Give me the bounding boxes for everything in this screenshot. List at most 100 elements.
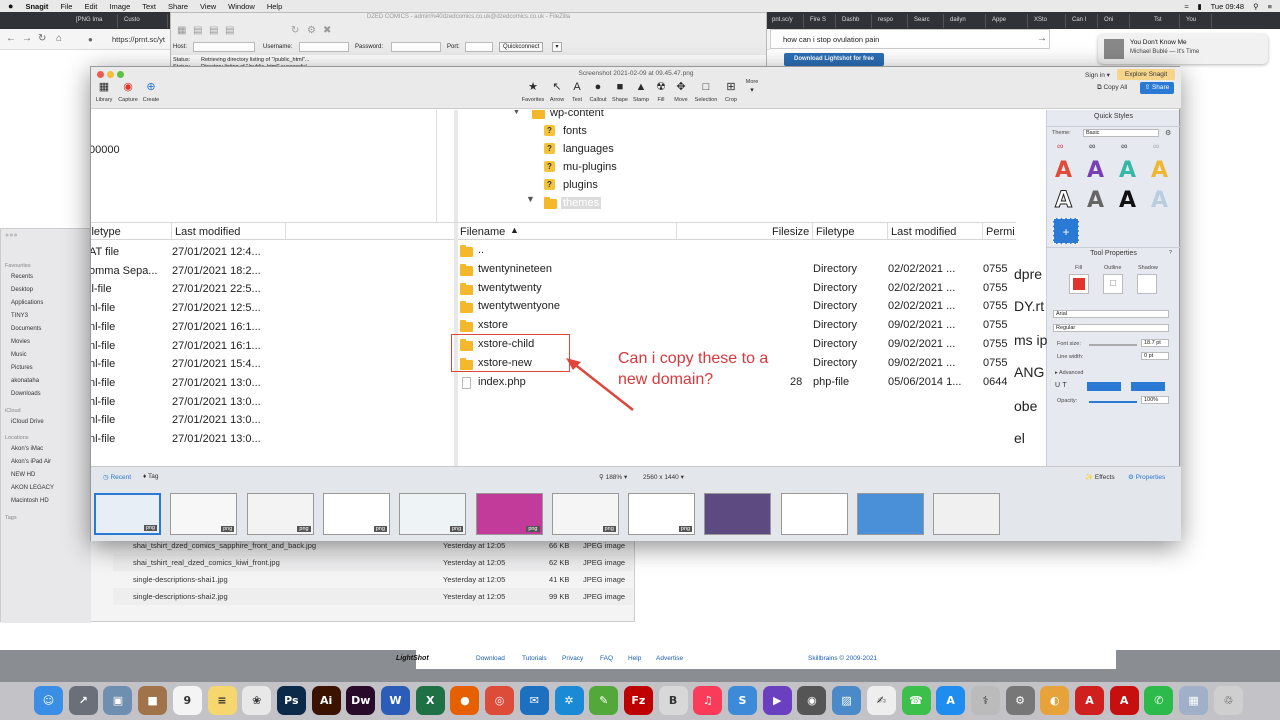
dock-image-capture-icon[interactable]: ▨ <box>832 686 862 715</box>
toggle-log-icon[interactable]: ▤ <box>193 25 202 36</box>
shadow-grid-icon[interactable] <box>1137 274 1157 294</box>
style-preset-teal[interactable]: A <box>1119 158 1136 183</box>
column-header-filename[interactable]: Filename <box>460 226 505 238</box>
dock-notes-box-icon[interactable]: ■ <box>138 686 168 715</box>
dock-launchpad-icon[interactable]: ↗ <box>68 686 98 715</box>
browser-tab[interactable]: [PNG Ima <box>72 14 118 28</box>
dock-preview-icon[interactable]: ▣ <box>103 686 133 715</box>
sidebar-item-icloud-drive[interactable]: iCloud Drive <box>11 419 44 425</box>
column-header-permissions[interactable]: Permi <box>986 226 1015 238</box>
sidebar-item-tiny3[interactable]: TINY3 <box>11 313 28 319</box>
remote-file-row[interactable]: twentynineteen Directory 02/02/2021 ... 075… <box>458 262 1016 280</box>
tree-item-selected[interactable]: themes <box>561 197 602 209</box>
column-header[interactable]: Last modified <box>175 226 240 238</box>
wifi-icon[interactable]: ≈ <box>1184 2 1188 11</box>
username-input[interactable] <box>299 42 349 52</box>
browser-tab[interactable]: Fire S <box>806 14 836 28</box>
tree-item[interactable]: plugins <box>563 179 598 191</box>
footer-link[interactable]: Tutorials <box>522 655 547 662</box>
dock-filezilla-icon[interactable]: Fz <box>623 686 653 715</box>
sidebar-item-downloads[interactable]: Downloads <box>11 391 41 397</box>
go-arrow-icon[interactable]: → <box>1037 33 1047 44</box>
sidebar-item-home[interactable]: akonataha <box>11 378 39 384</box>
outline-swatch[interactable]: □ <box>1103 274 1123 294</box>
capture-thumbnail[interactable] <box>704 493 772 535</box>
dock-reel-icon[interactable]: ◉ <box>797 686 827 715</box>
sidebar-item-location[interactable]: Macintosh HD <box>11 498 49 504</box>
capture-thumbnail[interactable]: png <box>399 493 467 535</box>
style-preset-yellow[interactable]: A <box>1151 158 1168 183</box>
font-size-slider[interactable] <box>1089 344 1137 346</box>
dock-sublime-icon[interactable]: S <box>728 686 757 715</box>
style-preset[interactable]: ∞ <box>1153 141 1159 151</box>
app-menu[interactable]: Snagit <box>19 2 54 11</box>
style-preset-purple[interactable]: A <box>1087 158 1104 183</box>
window-controls-icon[interactable]: ●●● <box>5 232 18 239</box>
gear-icon[interactable]: ⚙ <box>1165 129 1171 137</box>
refresh-icon[interactable]: ↻ <box>291 25 299 36</box>
back-icon[interactable]: ← <box>6 33 16 44</box>
tree-item[interactable]: languages <box>563 143 614 155</box>
download-lightshot-button[interactable]: Download Lightshot for free <box>784 53 884 66</box>
remote-file-row[interactable]: twentytwenty Directory 02/02/2021 ... 0755 <box>458 281 1016 299</box>
dock-finder-icon[interactable]: ☺ <box>34 686 63 715</box>
dock-notes-icon[interactable]: ≡ <box>207 686 237 715</box>
properties-button[interactable]: ⚙ Properties <box>1128 473 1165 481</box>
column-header-filetype[interactable]: Filetype <box>816 226 855 238</box>
add-style-icon[interactable]: + <box>1053 218 1079 244</box>
dock-photos-icon[interactable]: ❀ <box>242 686 272 715</box>
control-center-icon[interactable]: ≡ <box>1268 2 1272 11</box>
recent-tab[interactable]: ◷ Recent <box>103 473 131 481</box>
annotation-rectangle[interactable] <box>451 334 570 372</box>
zoom-menu[interactable]: ⚲ 188% ▾ <box>599 473 627 481</box>
dock-firefox-icon[interactable]: ● <box>450 686 480 715</box>
toggle-tree-icon[interactable]: ▤ <box>209 25 218 36</box>
dock-bbedit-icon[interactable]: B <box>658 686 688 715</box>
search-icon[interactable]: ⚲ <box>1253 2 1259 11</box>
style-preset[interactable]: ∞ <box>1057 141 1063 151</box>
sidebar-item-documents[interactable]: Documents <box>11 326 41 332</box>
capture-thumbnail[interactable]: png <box>475 493 543 535</box>
footer-link[interactable]: Privacy <box>562 655 583 662</box>
font-size-field[interactable]: 18.7 pt <box>1141 339 1169 347</box>
annotation-text[interactable]: Can i copy these to a new domain? <box>618 348 768 390</box>
style-preset[interactable]: ∞ <box>1121 141 1127 151</box>
dock-thunderbird-icon[interactable]: ✉ <box>519 686 549 715</box>
port-input[interactable] <box>465 42 493 52</box>
sidebar-item-location[interactable]: AKON LEGACY <box>11 485 54 491</box>
style-preset-light[interactable]: A <box>1151 188 1168 213</box>
lightshot-logo[interactable]: LightShot <box>396 655 429 662</box>
toggle-remote-icon[interactable]: ▤ <box>225 25 234 36</box>
browser-tab[interactable]: Dashb <box>838 14 872 28</box>
snagit-canvas[interactable]: 00000 ▼ wp-content ? fonts ? languages ?… <box>91 110 1016 466</box>
search-input[interactable]: how can i stop ovulation pain → <box>770 29 1050 49</box>
menu-edit[interactable]: Edit <box>78 2 103 11</box>
browser-tab[interactable]: dailyn <box>946 14 986 28</box>
tree-item[interactable]: mu-plugins <box>563 161 617 173</box>
browser-tab[interactable]: Searc <box>910 14 944 28</box>
line-width-field[interactable]: 0 pt <box>1141 352 1169 360</box>
valign-buttons[interactable] <box>1131 382 1165 391</box>
capture-thumbnail[interactable]: png <box>628 493 696 535</box>
capture-thumbnail[interactable] <box>857 493 924 535</box>
dock-word-icon[interactable]: W <box>381 686 410 715</box>
footer-link[interactable]: FAQ <box>600 655 613 662</box>
cancel-icon[interactable]: ✖ <box>323 25 331 36</box>
battery-icon[interactable]: ▮ <box>1197 2 1201 11</box>
sign-in-menu[interactable]: Sign in ▾ <box>1085 71 1110 79</box>
expand-arrow-icon[interactable]: ▼ <box>526 194 535 204</box>
reload-icon[interactable]: ↻ <box>38 33 46 44</box>
sidebar-item-desktop[interactable]: Desktop <box>11 287 33 293</box>
dock-system-preferences-icon[interactable]: ⚙ <box>1005 686 1035 715</box>
quickconnect-dropdown-icon[interactable]: ▾ <box>552 42 562 52</box>
effects-button[interactable]: ✨ Effects <box>1085 473 1115 481</box>
menu-text[interactable]: Text <box>136 2 162 11</box>
file-row[interactable]: shai_tshirt_real_dzed_comics_kiwi_front.… <box>113 554 633 571</box>
dock-illustrator-icon[interactable]: Ai <box>311 686 341 715</box>
file-row[interactable]: single-descriptions-shai1.jpg Yesterday … <box>113 571 633 588</box>
tag-tab[interactable]: ♦ Tag <box>143 473 159 480</box>
quickconnect-button[interactable]: Quickconnect <box>499 42 544 52</box>
capture-thumbnail[interactable] <box>780 493 848 535</box>
style-preset-gray[interactable]: A <box>1087 188 1104 213</box>
dock-whatsapp-icon[interactable]: ✆ <box>1144 686 1174 715</box>
